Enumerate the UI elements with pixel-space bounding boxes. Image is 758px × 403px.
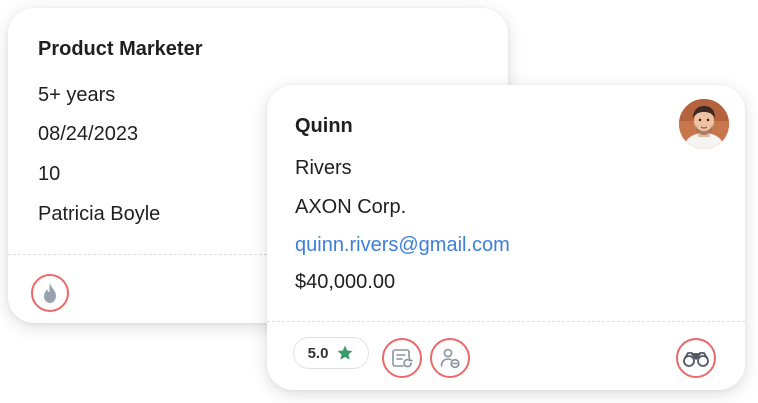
job-recruiter: Patricia Boyle xyxy=(38,203,161,225)
hot-button[interactable] xyxy=(31,274,69,312)
remove-user-button[interactable] xyxy=(430,338,470,378)
rating-badge: 5.0 xyxy=(293,337,369,369)
candidate-company: AXON Corp. xyxy=(295,196,407,218)
job-date: 08/24/2023 xyxy=(38,123,139,145)
candidate-salary: $40,000.00 xyxy=(295,271,396,293)
candidate-last-name: Rivers xyxy=(295,157,352,179)
candidate-first-name: Quinn xyxy=(295,115,353,137)
job-count: 10 xyxy=(38,163,61,185)
avatar xyxy=(679,99,729,149)
candidate-email-link[interactable]: quinn.rivers@gmail.com xyxy=(295,234,510,257)
candidate-card[interactable]: Quinn Rivers AXON Corp. quinn.rivers@gma… xyxy=(267,85,745,390)
rating-value: 5.0 xyxy=(307,344,329,362)
binoculars-icon xyxy=(683,352,709,367)
view-button[interactable] xyxy=(676,338,716,378)
flame-icon xyxy=(44,283,56,303)
user-minus-icon xyxy=(440,348,460,369)
notes-button[interactable] xyxy=(382,338,422,378)
job-experience: 5+ years xyxy=(38,84,116,106)
job-title: Product Marketer xyxy=(38,38,203,60)
note-refresh-icon xyxy=(392,349,413,368)
card-divider xyxy=(267,321,745,322)
star-icon xyxy=(337,345,353,360)
